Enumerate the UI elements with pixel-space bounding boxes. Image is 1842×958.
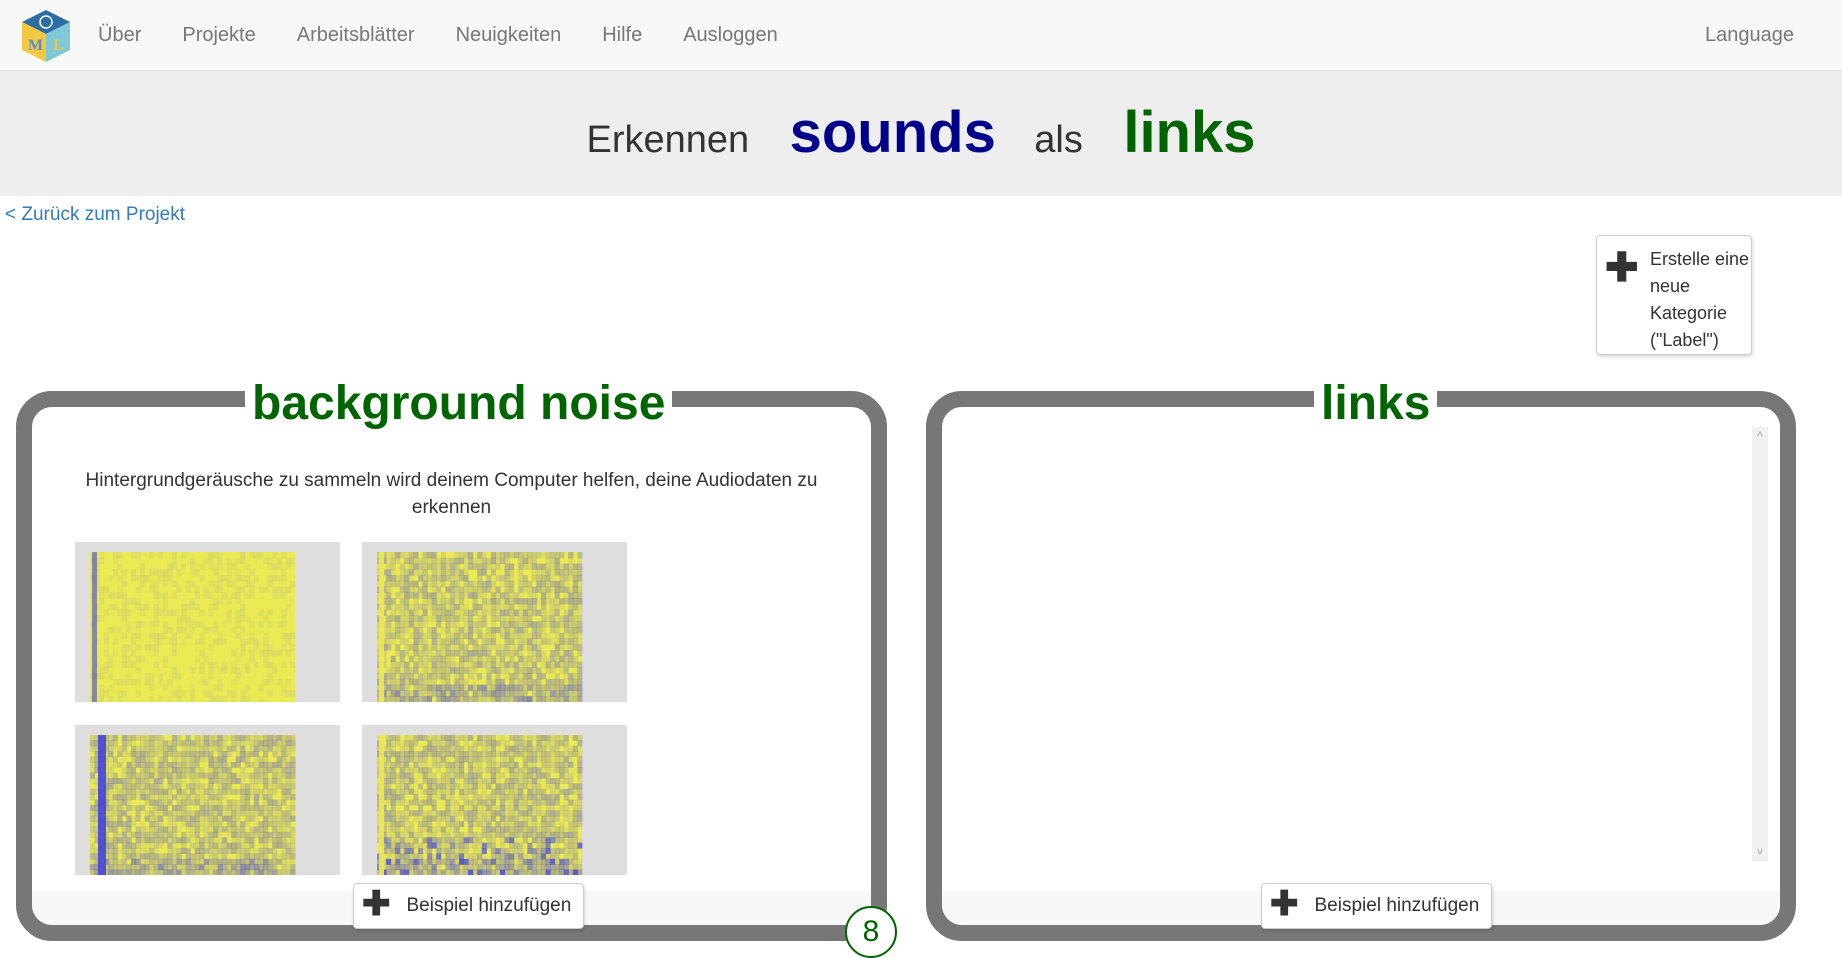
label-box-links: links ˄ ˅ ✚ Beispiel hinzufügen — [926, 376, 1796, 941]
back-to-project-link[interactable]: < Zurück zum Projekt — [5, 204, 185, 226]
add-new-label-text: Erstelle eine neue Kategorie ("Label") — [1650, 249, 1750, 350]
plus-icon: ✚ — [362, 885, 391, 923]
scroll-down-arrow-icon[interactable]: ˅ — [1752, 845, 1768, 861]
nav-worksheets[interactable]: Arbeitsblätter — [297, 24, 415, 47]
title-data-type: sounds — [789, 100, 996, 165]
title-as: als — [1034, 119, 1083, 161]
spectrogram-image — [377, 735, 583, 875]
svg-text:L: L — [53, 37, 64, 54]
label-title[interactable]: background noise — [245, 376, 673, 432]
svg-text:M: M — [28, 37, 43, 54]
ml-cube-logo[interactable]: M L — [20, 8, 72, 64]
nav-about[interactable]: Über — [98, 24, 141, 47]
title-label: links — [1123, 100, 1256, 165]
page-title: Erkennen sounds als links — [0, 99, 1842, 166]
title-recognise: Erkennen — [586, 119, 750, 161]
spectrogram-image — [377, 552, 583, 702]
scroll-up-arrow-icon[interactable]: ˄ — [1752, 427, 1768, 443]
sound-example-thumbnail[interactable] — [362, 542, 627, 702]
label-title[interactable]: links — [1314, 376, 1438, 432]
nav-logout[interactable]: Ausloggen — [683, 24, 778, 47]
add-new-label-button[interactable]: ✚ Erstelle eine neue Kategorie ("Label") — [1596, 235, 1752, 355]
language-menu[interactable]: Language — [1705, 24, 1794, 47]
sound-example-thumbnail[interactable] — [75, 725, 340, 875]
nav-news[interactable]: Neuigkeiten — [456, 24, 562, 47]
example-count-badge: 8 — [845, 906, 897, 958]
page-title-bar: Erkennen sounds als links — [0, 71, 1842, 196]
scrollbar[interactable]: ˄ ˅ — [1752, 427, 1768, 861]
plus-icon: ✚ — [1270, 885, 1299, 923]
add-example-button[interactable]: ✚ Beispiel hinzufügen — [353, 883, 585, 929]
label-box-background-noise: background noise Hintergrundgeräusche zu… — [16, 376, 887, 941]
sound-example-thumbnail[interactable] — [75, 542, 340, 702]
add-example-button[interactable]: ✚ Beispiel hinzufügen — [1261, 883, 1493, 929]
nav-projects[interactable]: Projekte — [182, 24, 255, 47]
label-description: Hintergrundgeräusche zu sammeln wird dei… — [85, 470, 818, 518]
spectrogram-image — [90, 552, 296, 702]
nav-help[interactable]: Hilfe — [602, 24, 642, 47]
top-navbar: M L Über Projekte Arbeitsblätter Neuigke… — [0, 0, 1842, 71]
plus-icon: ✚ — [1605, 246, 1639, 290]
sound-example-thumbnail[interactable] — [362, 725, 627, 875]
spectrogram-image — [90, 735, 296, 875]
